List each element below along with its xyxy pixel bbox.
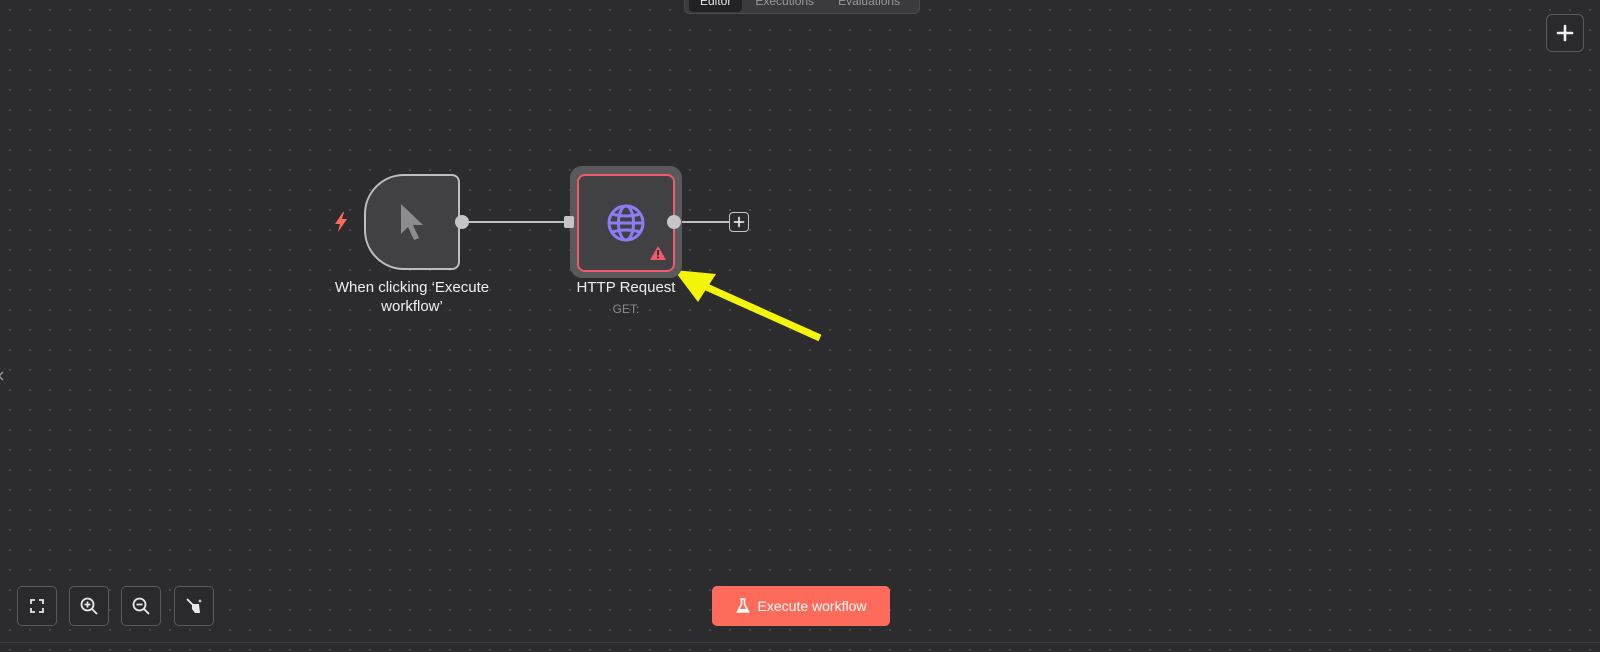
zoom-out-button[interactable] <box>121 586 161 626</box>
annotation-arrow <box>700 281 822 342</box>
tidy-up-button[interactable] <box>174 586 214 626</box>
lightning-bolt-icon <box>335 212 347 232</box>
fit-view-button[interactable] <box>17 586 57 626</box>
plus-icon <box>733 216 745 228</box>
http-node-title: HTTP Request <box>576 279 676 296</box>
add-next-node-button[interactable] <box>729 212 749 232</box>
trigger-node-title: When clicking ‘Execute workflow’ <box>334 279 490 315</box>
zoom-out-icon <box>132 597 150 615</box>
trigger-output-handle[interactable] <box>455 215 469 229</box>
zoom-in-icon <box>80 597 98 615</box>
zoom-in-button[interactable] <box>69 586 109 626</box>
connections-layer <box>468 216 822 342</box>
http-output-handle[interactable] <box>667 215 681 229</box>
tidy-up-icon <box>186 598 202 613</box>
globe-icon <box>607 204 645 242</box>
execute-workflow-button[interactable]: Execute workflow <box>712 586 890 626</box>
flask-icon <box>735 598 750 613</box>
http-input-handle[interactable] <box>564 216 574 228</box>
fit-view-icon <box>30 599 44 613</box>
trigger-node[interactable] <box>364 174 460 270</box>
http-node-subtitle: GET: <box>612 302 640 316</box>
warning-triangle-icon <box>650 246 666 260</box>
pointer-cursor-icon <box>401 204 423 240</box>
bottom-divider <box>0 642 1600 643</box>
execute-workflow-label: Execute workflow <box>757 598 867 614</box>
